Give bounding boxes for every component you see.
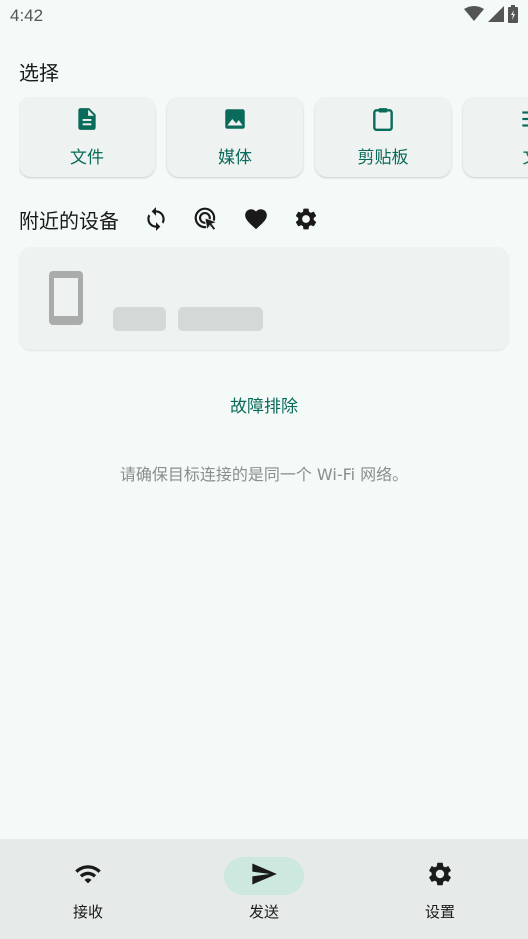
text-card-label: 文 (523, 143, 528, 168)
gear-icon[interactable] (293, 206, 319, 232)
nav-settings-pill (400, 857, 480, 895)
media-card[interactable]: 媒体 (167, 97, 303, 177)
device-placeholder-card (19, 247, 509, 350)
network-hint: 请确保目标连接的是同一个 Wi-Fi 网络。 (119, 465, 409, 484)
select-title: 选择 (19, 61, 59, 85)
nav-send-pill (224, 857, 304, 895)
nav-send[interactable]: 发送 (176, 839, 352, 939)
clipboard-card[interactable]: 剪贴板 (315, 97, 451, 177)
text-card[interactable]: 文 (463, 97, 528, 177)
heart-icon[interactable] (243, 206, 269, 232)
file-card-label: 文件 (70, 148, 104, 168)
image-icon (222, 106, 248, 137)
select-cards: 文件 媒体 剪贴板 文 (19, 97, 528, 179)
status-icons (464, 5, 518, 27)
troubleshoot-link[interactable]: 故障排除 (0, 392, 528, 417)
media-card-label: 媒体 (218, 148, 252, 168)
battery-icon (508, 5, 518, 27)
wifi-status-icon (464, 6, 484, 26)
nav-receive-pill (48, 857, 128, 895)
file-card[interactable]: 文件 (19, 97, 155, 177)
nearby-devices-header: 附近的设备 (19, 203, 343, 235)
nearby-devices-title: 附近的设备 (19, 208, 119, 233)
nav-settings-label: 设置 (424, 903, 455, 921)
clipboard-icon (370, 106, 396, 137)
nav-send-label: 发送 (248, 903, 279, 921)
file-icon (74, 106, 100, 137)
wifi-icon (74, 860, 102, 892)
refresh-icon[interactable] (143, 206, 169, 232)
bottom-navigation: 接收 发送 设置 (0, 839, 528, 939)
clipboard-card-label: 剪贴板 (357, 148, 409, 168)
target-cursor-icon[interactable] (193, 206, 219, 232)
device-name-skeleton (113, 307, 166, 331)
signal-icon (488, 6, 504, 26)
text-icon (518, 106, 528, 137)
status-time: 4:42 (10, 6, 44, 25)
nav-receive-label: 接收 (72, 903, 103, 921)
nav-receive[interactable]: 接收 (0, 839, 176, 939)
phone-icon (48, 270, 84, 326)
device-info-skeleton (178, 307, 263, 331)
gear-icon (426, 860, 454, 892)
send-icon (250, 860, 278, 892)
status-bar: 4:42 (0, 0, 528, 32)
nav-settings[interactable]: 设置 (352, 839, 528, 939)
